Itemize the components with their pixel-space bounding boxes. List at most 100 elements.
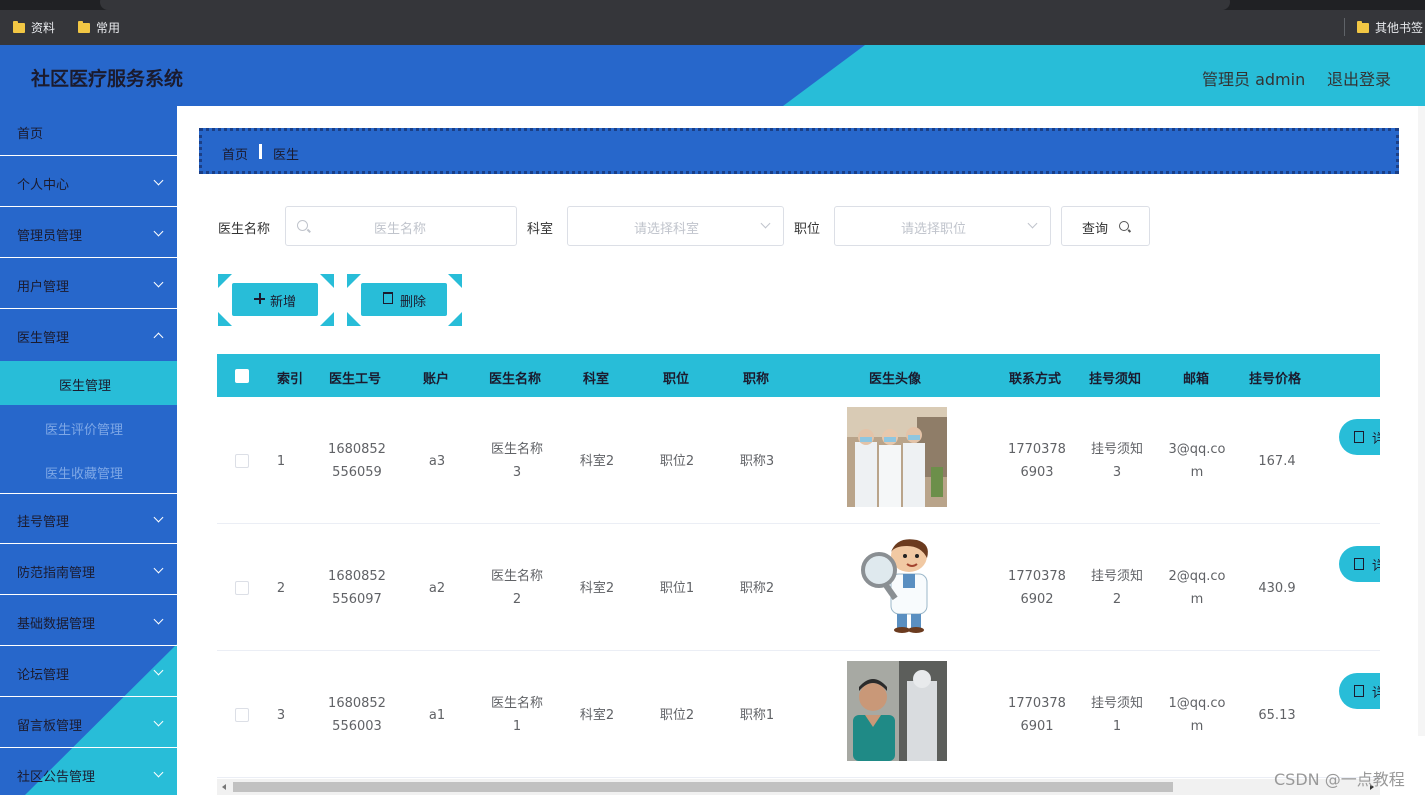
delete-button[interactable]: 删除 <box>361 283 447 316</box>
column-header[interactable]: 挂号须知 <box>1089 368 1141 387</box>
sidebar-item-home[interactable]: 首页 <box>0 106 177 156</box>
cell-account: a2 <box>428 581 446 596</box>
trash-icon <box>383 292 393 304</box>
plus-icon <box>254 293 265 304</box>
cell-department: 科室2 <box>579 454 615 469</box>
address-bar[interactable] <box>100 0 1230 10</box>
sidebar-subitem-doctor-favorites[interactable]: 医生收藏管理 <box>0 449 177 493</box>
chevron-down-icon <box>153 175 164 186</box>
column-header[interactable]: 医生名称 <box>489 368 541 387</box>
page-vertical-scrollbar[interactable] <box>1418 106 1425 736</box>
row-checkbox[interactable] <box>235 454 249 468</box>
cell-notice: 挂号须知 3 <box>1077 438 1157 484</box>
sidebar-item-label: 挂号管理 <box>17 515 70 530</box>
sidebar-item-label: 论坛管理 <box>17 668 70 683</box>
query-button[interactable]: 查询 <box>1061 206 1150 246</box>
folder-icon <box>13 20 25 33</box>
cell-line: 6903 <box>1020 465 1054 480</box>
cell-email: 3@qq.co m <box>1157 438 1237 484</box>
cell-position: 职位2 <box>659 454 695 469</box>
row-checkbox[interactable] <box>235 581 249 595</box>
sidebar-item-profile[interactable]: 个人中心 <box>0 157 177 207</box>
cell-email: 1@qq.co m <box>1157 692 1237 738</box>
document-icon <box>1354 558 1364 570</box>
column-header[interactable]: 科室 <box>583 368 609 387</box>
sidebar-item-admins[interactable]: 管理员管理 <box>0 208 177 258</box>
cell-notice: 挂号须知 2 <box>1077 565 1157 611</box>
position-select[interactable]: 请选择职位 <box>834 206 1051 246</box>
chevron-down-icon <box>153 665 164 676</box>
sidebar-subitem-doctors[interactable]: 医生管理 <box>0 361 177 405</box>
add-button-label: 新增 <box>270 295 297 310</box>
sidebar-item-base-data[interactable]: 基础数据管理 <box>0 596 177 646</box>
bookmark-changyong[interactable]: 常用 <box>78 19 120 36</box>
detail-button[interactable]: 详 <box>1339 419 1380 455</box>
row-checkbox[interactable] <box>235 708 249 722</box>
cell-line: 556059 <box>332 465 382 480</box>
column-header[interactable]: 邮箱 <box>1183 368 1209 387</box>
cell-title: 职称3 <box>739 454 775 469</box>
cell-line: 1680852 <box>328 442 386 457</box>
sidebar-item-message-board[interactable]: 留言板管理 <box>0 698 177 748</box>
sidebar-item-label: 医生管理 <box>17 331 70 346</box>
department-label: 科室 <box>527 222 554 237</box>
doctor-avatar-photo <box>847 661 947 761</box>
breadcrumb-home[interactable]: 首页 <box>222 144 248 163</box>
doctor-name-input[interactable]: 医生名称 <box>285 206 517 246</box>
sidebar-item-label: 防范指南管理 <box>17 566 96 581</box>
chevron-down-icon <box>153 277 164 288</box>
delete-button-corner <box>347 274 361 288</box>
cell-price: 430.9 <box>1258 581 1296 596</box>
sidebar-item-doctors[interactable]: 医生管理 <box>0 310 177 360</box>
detail-button[interactable]: 详 <box>1339 546 1380 582</box>
cell-line: 医生名称 <box>490 442 543 457</box>
table-horizontal-scrollbar[interactable] <box>217 779 1380 795</box>
bookmarks-bar: 资料 常用 其他书签 <box>0 10 1425 45</box>
cell-line: 1@qq.co <box>1168 696 1226 711</box>
select-all-checkbox[interactable] <box>235 369 249 383</box>
chevron-down-icon <box>153 716 164 727</box>
column-header[interactable]: 账户 <box>423 368 449 387</box>
sidebar-item-users[interactable]: 用户管理 <box>0 259 177 309</box>
sidebar: 首页 个人中心 管理员管理 用户管理 医生管理 医生管理 医生评价管理 医生收藏… <box>0 106 177 795</box>
cell-department: 科室2 <box>579 581 615 596</box>
sidebar-item-label: 管理员管理 <box>17 229 83 244</box>
column-header[interactable]: 职位 <box>663 368 689 387</box>
logout-link[interactable]: 退出登录 <box>1327 66 1391 90</box>
cell-position: 职位2 <box>659 708 695 723</box>
column-header[interactable]: 医生头像 <box>869 368 921 387</box>
add-button-corner <box>320 274 334 288</box>
sidebar-item-announcements[interactable]: 社区公告管理 <box>0 749 177 795</box>
sidebar-item-label: 基础数据管理 <box>17 617 96 632</box>
column-header[interactable]: 医生工号 <box>329 368 381 387</box>
column-header[interactable]: 挂号价格 <box>1249 368 1301 387</box>
bookmark-other[interactable]: 其他书签 <box>1357 19 1423 36</box>
cell-line: m <box>1190 592 1204 607</box>
detail-button[interactable]: 详 <box>1339 673 1380 709</box>
column-header[interactable]: 索引 <box>277 368 303 387</box>
table-row: 2 1680852 556097 a2 医生名称 2 科室2 职位1 职称2 1… <box>217 524 1380 651</box>
delete-button-corner <box>448 274 462 288</box>
cell-line: 1770378 <box>1008 569 1066 584</box>
sidebar-item-forum[interactable]: 论坛管理 <box>0 647 177 697</box>
delete-button-corner <box>347 312 361 326</box>
cell-line: 556097 <box>332 592 382 607</box>
add-button[interactable]: 新增 <box>232 283 318 316</box>
sidebar-item-prevention-guides[interactable]: 防范指南管理 <box>0 545 177 595</box>
department-select[interactable]: 请选择科室 <box>567 206 784 246</box>
cell-line: 6902 <box>1020 592 1054 607</box>
scroll-left-icon[interactable] <box>222 784 226 790</box>
cell-line: 1 <box>512 719 522 734</box>
folder-icon <box>1357 20 1369 33</box>
sidebar-subitem-doctor-reviews[interactable]: 医生评价管理 <box>0 405 177 449</box>
column-header[interactable]: 联系方式 <box>1009 368 1061 387</box>
column-header[interactable]: 职称 <box>743 368 769 387</box>
cell-index: 3 <box>276 708 286 723</box>
detail-button-label: 详 <box>1372 432 1380 447</box>
cell-doctor-name: 医生名称 2 <box>477 565 557 611</box>
search-icon <box>1119 221 1129 231</box>
cell-phone: 1770378 6902 <box>997 565 1077 611</box>
bookmark-ziliao[interactable]: 资料 <box>13 19 55 36</box>
scrollbar-thumb[interactable] <box>233 782 1173 792</box>
sidebar-item-registrations[interactable]: 挂号管理 <box>0 494 177 544</box>
